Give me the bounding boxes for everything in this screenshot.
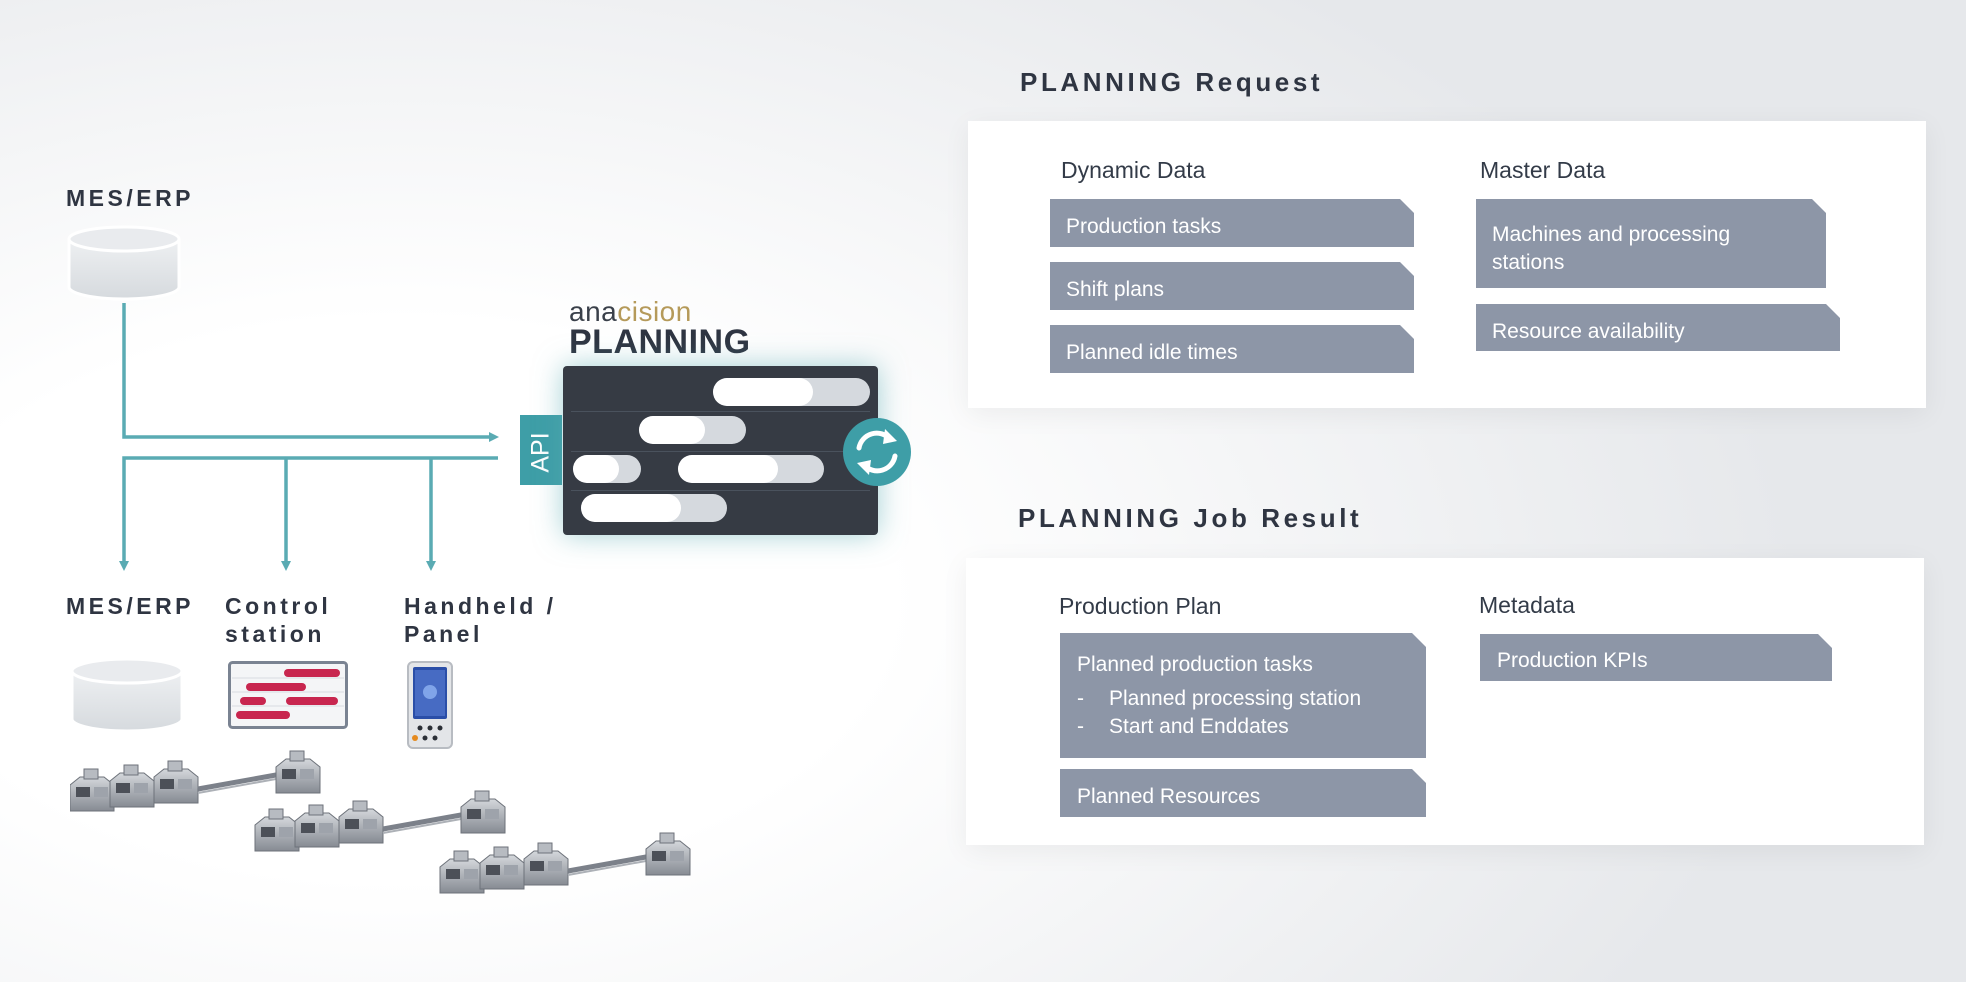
bullet-item: - Planned processing station [1077, 687, 1362, 710]
gantt-screen-icon [228, 661, 348, 729]
bullet-item: - Start and Enddates [1077, 715, 1289, 738]
gantt-bar [678, 455, 824, 483]
production-machine-icon [70, 751, 320, 811]
gantt-bar [581, 494, 727, 522]
output-bus [119, 456, 498, 571]
production-lines [70, 745, 720, 905]
card-production-tasks: Production tasks [1050, 199, 1414, 247]
card-planned-idle-times: Planned idle times [1050, 325, 1414, 373]
master-data-heading: Master Data [1480, 157, 1606, 183]
planning-board [563, 366, 878, 535]
result-title: PLANNING Job Result [1018, 503, 1363, 533]
api-label: API [526, 432, 555, 473]
product-title: PLANNING [569, 323, 751, 361]
production-plan-heading: Production Plan [1059, 593, 1222, 619]
input-arrow [122, 303, 499, 442]
production-machine-icon [255, 791, 505, 851]
gantt-bar [573, 455, 641, 483]
handheld-device-icon [407, 661, 453, 749]
api-tab: API [520, 415, 562, 485]
database-icon [70, 657, 184, 733]
card-resource-availability: Resource availability [1476, 304, 1840, 351]
gantt-bar [639, 416, 746, 444]
target-label-mes: MES/ERP [66, 593, 195, 619]
card-shift-plans: Shift plans [1050, 262, 1414, 310]
database-icon [67, 225, 181, 301]
card-production-kpis: Production KPIs [1480, 634, 1832, 681]
card-planned-production-tasks: Planned production tasks - Planned proces… [1060, 633, 1426, 758]
card-machines: Machines and processing stations [1476, 199, 1826, 288]
source-label: MES/ERP [66, 185, 195, 211]
card-planned-resources: Planned Resources [1060, 769, 1426, 817]
production-machine-icon [440, 833, 690, 893]
target-label-control: Control station [225, 593, 332, 647]
metadata-heading: Metadata [1479, 592, 1575, 618]
target-label-handheld: Handheld / Panel [404, 593, 557, 647]
request-title: PLANNING Request [1020, 67, 1324, 97]
gantt-bar [713, 378, 870, 406]
sync-icon [843, 418, 911, 486]
dynamic-data-heading: Dynamic Data [1061, 157, 1206, 183]
